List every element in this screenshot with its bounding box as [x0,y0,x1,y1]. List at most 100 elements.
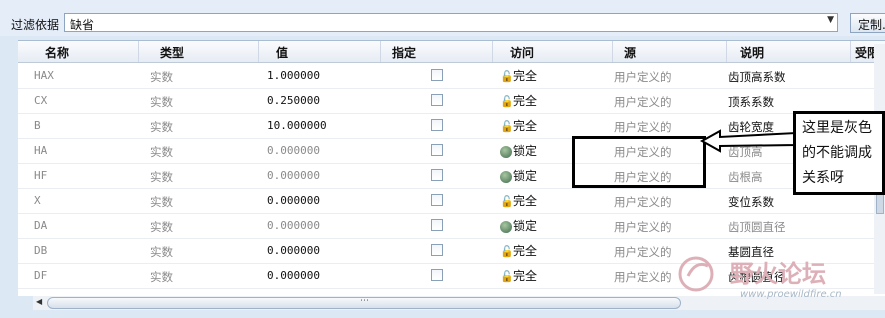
param-value[interactable]: 0.000000 [267,219,320,232]
unlock-icon: 🔓 [500,194,514,208]
filter-select-value: 缺省 [70,18,95,32]
unlock-icon: 🔓 [500,269,514,283]
table-row[interactable]: HF 实数 0.000000 锁定 用户定义的 齿根高 [18,163,885,189]
param-name: HA [34,144,48,157]
access-cell[interactable]: 锁定 [500,217,537,234]
column-header-designate[interactable]: 指定 [392,44,416,61]
filter-select[interactable]: 缺省 ▼ [64,13,838,32]
param-value[interactable]: 0.000000 [267,144,320,157]
access-label: 锁定 [513,144,538,158]
access-label: 锁定 [513,169,538,183]
unlock-icon: 🔓 [500,244,514,258]
column-header-access[interactable]: 访问 [510,44,534,61]
param-description[interactable]: 齿根高 [728,169,763,185]
access-cell[interactable]: 🔓完全 [500,117,537,134]
param-description[interactable]: 齿顶圆直径 [728,219,786,235]
param-name: DB [34,244,48,257]
designate-checkbox[interactable] [431,94,443,106]
annotation-callout: 这里是灰色的不能调成关系呀 [793,111,885,195]
access-cell[interactable]: 🔓完全 [500,267,537,284]
designate-checkbox[interactable] [431,69,443,81]
column-header-value[interactable]: 值 [276,44,288,61]
param-value[interactable]: 10.000000 [267,119,327,132]
param-name: CX [34,94,48,107]
access-label: 完全 [513,69,538,83]
access-cell[interactable]: 🔓完全 [500,192,537,209]
table-row[interactable]: HAX 实数 1.000000 🔓完全 用户定义的 齿顶高系数 [18,63,885,89]
designate-checkbox[interactable] [431,269,443,281]
lock-icon [500,170,512,183]
designate-checkbox[interactable] [431,219,443,231]
access-label: 完全 [513,94,538,108]
table-header: 名称 类型 值 指定 访问 源 说明 受限 [18,41,885,63]
designate-checkbox[interactable] [431,169,443,181]
column-header-description[interactable]: 说明 [740,44,764,61]
lock-icon [500,220,512,233]
param-source: 用户定义的 [614,120,672,134]
designate-checkbox[interactable] [431,119,443,131]
unlock-icon: 🔓 [500,94,514,108]
grip-icon: ⋯ [360,296,369,306]
filter-bar: 过滤依据 缺省 ▼ 定制... [0,0,885,36]
param-value[interactable]: 0.000000 [267,194,320,207]
param-name: HAX [34,69,54,82]
param-source: 用户定义的 [614,95,672,109]
param-source: 用户定义的 [614,270,672,284]
param-name: B [34,119,41,132]
param-type: 实数 [150,120,173,134]
param-type: 实数 [150,270,173,284]
access-label: 锁定 [513,219,538,233]
param-value[interactable]: 0.000000 [267,269,320,282]
chevron-down-icon[interactable]: ▼ [827,15,834,25]
access-label: 完全 [513,194,538,208]
designate-checkbox[interactable] [431,194,443,206]
access-cell[interactable]: 🔓完全 [500,92,537,109]
param-name: DA [34,219,48,232]
unlock-icon: 🔓 [500,69,514,83]
access-label: 完全 [513,244,538,258]
param-type: 实数 [150,145,173,159]
param-type: 实数 [150,170,173,184]
param-source: 用户定义的 [614,195,672,209]
param-description[interactable]: 顶系系数 [728,94,774,110]
watermark-url: www.proewildfire.cn [740,289,842,300]
access-cell[interactable]: 🔓完全 [500,67,537,84]
param-value[interactable]: 0.250000 [267,94,320,107]
filter-label: 过滤依据 [11,18,60,32]
custom-button[interactable]: 定制... [850,13,885,33]
param-name: X [34,194,41,207]
access-cell[interactable]: 🔓完全 [500,242,537,259]
param-type: 实数 [150,195,173,209]
scroll-left-icon[interactable]: ◀ [36,297,42,306]
lock-icon [500,145,512,158]
table-row[interactable]: DA 实数 0.000000 锁定 用户定义的 齿顶圆直径 [18,213,885,239]
column-header-name[interactable]: 名称 [45,44,69,61]
designate-checkbox[interactable] [431,244,443,256]
param-source: 用户定义的 [614,220,672,234]
param-source: 用户定义的 [614,245,672,259]
access-cell[interactable]: 锁定 [500,142,537,159]
column-header-source[interactable]: 源 [624,44,636,61]
param-value[interactable]: 0.000000 [267,244,320,257]
param-type: 实数 [150,220,173,234]
designate-checkbox[interactable] [431,144,443,156]
param-type: 实数 [150,70,173,84]
param-description[interactable]: 变位系数 [728,194,774,210]
access-label: 完全 [513,269,538,283]
annotation-arrow [700,129,797,153]
column-header-type[interactable]: 类型 [160,44,184,61]
annotation-highlight-box [572,136,706,188]
access-label: 完全 [513,119,538,133]
param-value[interactable]: 1.000000 [267,69,320,82]
param-name: HF [34,169,48,182]
table-row[interactable]: X 实数 0.000000 🔓完全 用户定义的 变位系数 [18,188,885,214]
annotation-text: 这里是灰色的不能调成关系呀 [802,120,872,186]
param-name: DF [34,269,48,282]
param-type: 实数 [150,95,173,109]
param-value[interactable]: 0.000000 [267,169,320,182]
param-description[interactable]: 齿顶高系数 [728,69,786,85]
param-source: 用户定义的 [614,70,672,84]
watermark-text: 野火论坛 [730,260,826,288]
table-row[interactable]: CX 实数 0.250000 🔓完全 用户定义的 顶系系数 [18,88,885,114]
access-cell[interactable]: 锁定 [500,167,537,184]
